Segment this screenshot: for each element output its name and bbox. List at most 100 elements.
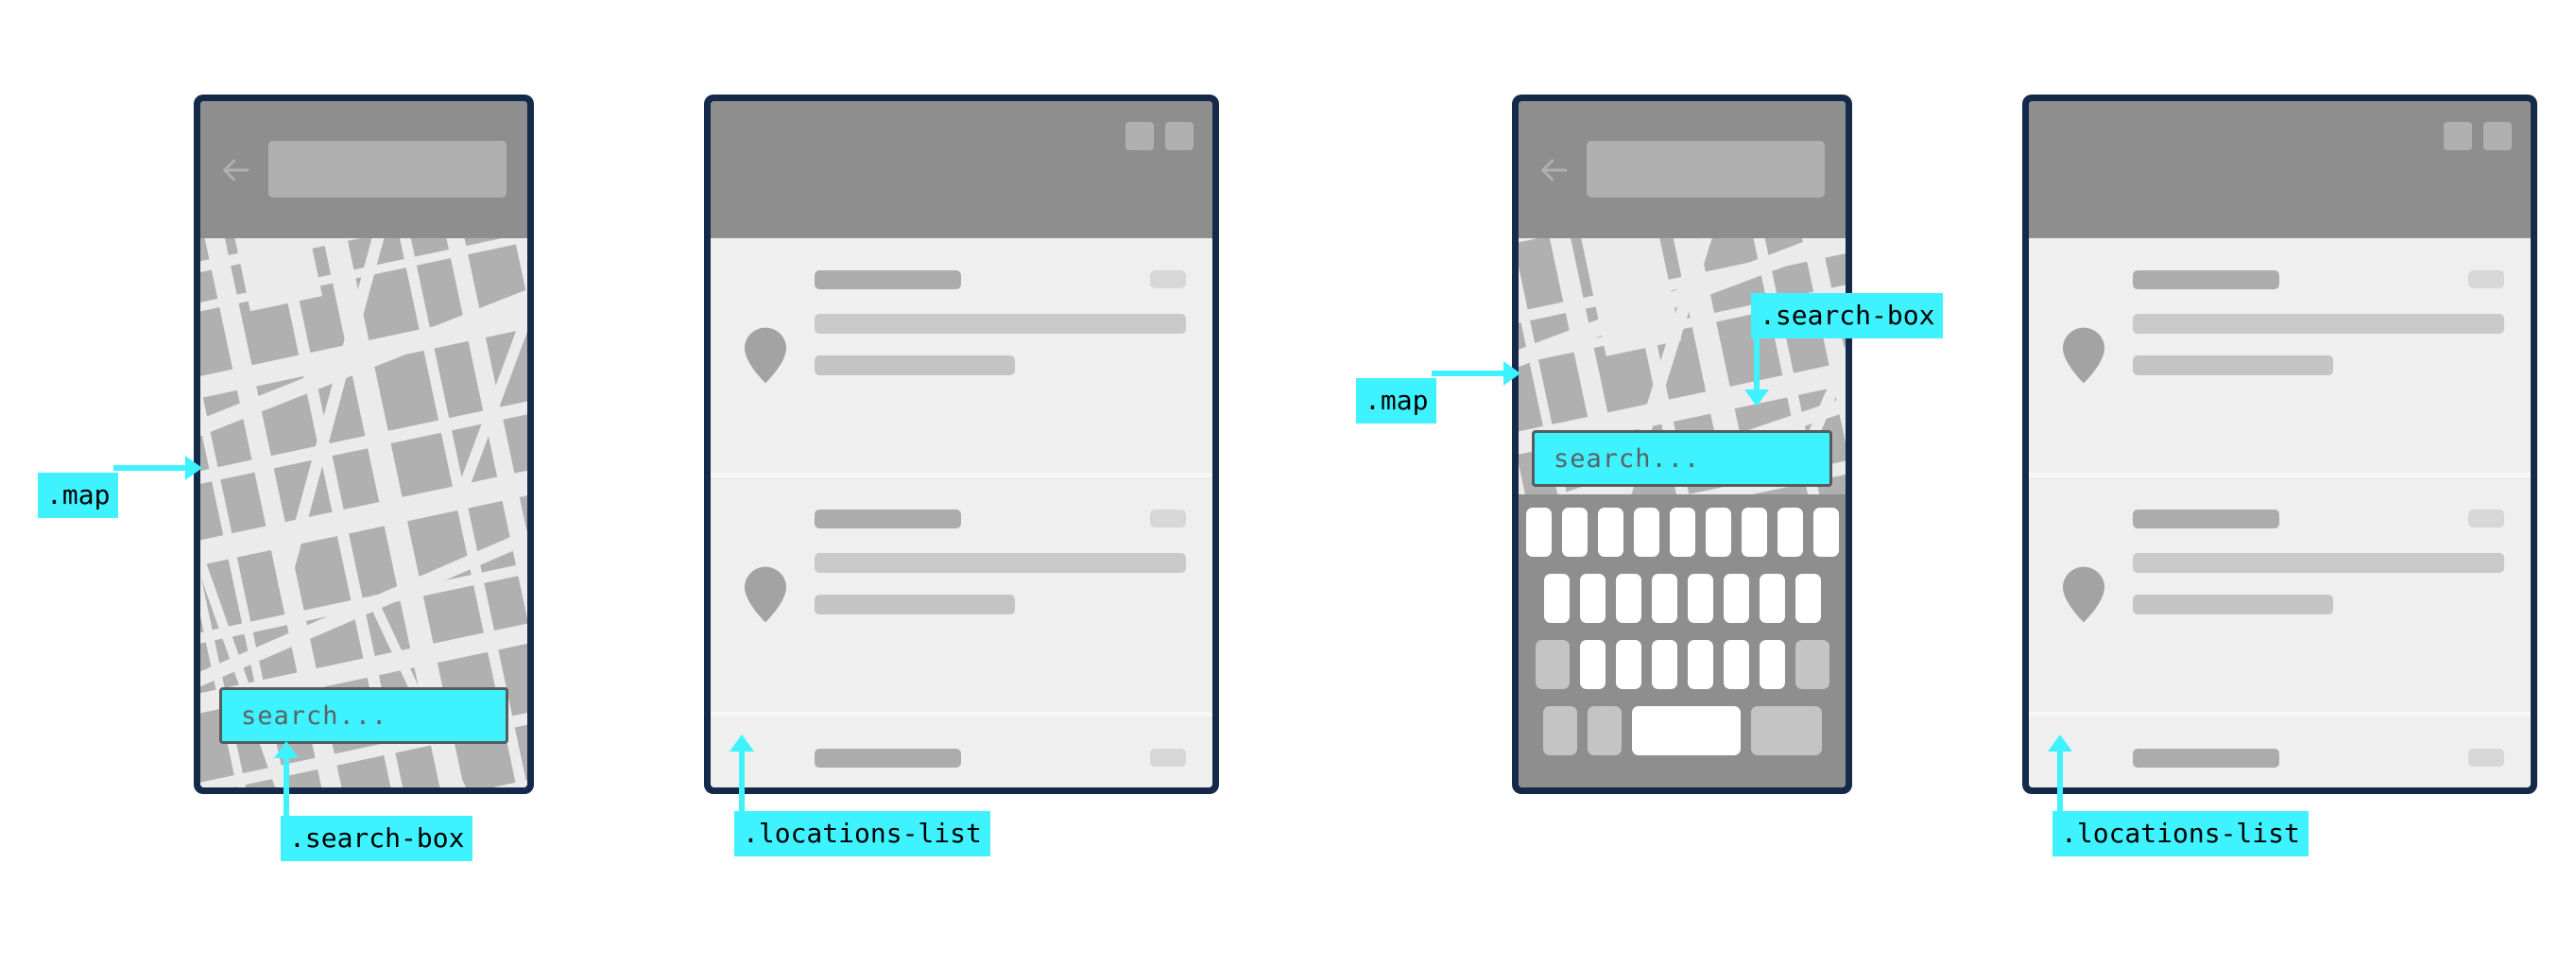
- list-item[interactable]: [711, 712, 1212, 787]
- keyboard-key[interactable]: [1795, 574, 1821, 623]
- list-item-text-block: [815, 510, 1186, 614]
- locations-list-screen[interactable]: [711, 101, 1212, 787]
- keyboard-key[interactable]: [1633, 508, 1659, 557]
- map-phone-keyboard: search...: [1512, 95, 1852, 794]
- keyboard-key[interactable]: [1525, 508, 1552, 557]
- keyboard-key[interactable]: [1597, 508, 1623, 557]
- keyboard-key[interactable]: [1669, 508, 1695, 557]
- list-item-badge-placeholder: [2468, 510, 2504, 527]
- annotation-search-box-leader: [1754, 331, 1760, 391]
- keyboard-key[interactable]: [1777, 508, 1803, 557]
- keyboard-key[interactable]: [1687, 640, 1713, 689]
- map-screen[interactable]: search...: [1519, 101, 1846, 787]
- toolbar-search-field[interactable]: [268, 141, 507, 198]
- list-item-subtitle-placeholder: [815, 553, 1186, 573]
- locations-list[interactable]: [711, 238, 1212, 787]
- symbols-key[interactable]: [1542, 706, 1577, 755]
- keyboard-key[interactable]: [1687, 574, 1713, 623]
- locations-list-screen[interactable]: [2029, 101, 2531, 787]
- minimize-button[interactable]: [1125, 122, 1154, 150]
- list-item-subtitle-placeholder: [2133, 314, 2504, 334]
- list-item-subtitle-placeholder: [2133, 553, 2504, 573]
- toolbar-search-field[interactable]: [1587, 141, 1825, 198]
- list-item-text-block: [815, 270, 1186, 375]
- keyboard-row-1: [1519, 508, 1846, 557]
- keyboard-key[interactable]: [1651, 640, 1677, 689]
- annotation-search-box: .search-box: [1751, 293, 1944, 338]
- search-box[interactable]: search...: [1532, 430, 1832, 487]
- keyboard-key[interactable]: [1543, 574, 1570, 623]
- list-item-detail-placeholder: [815, 595, 1016, 614]
- spacebar-key[interactable]: [1631, 706, 1741, 755]
- keyboard-key[interactable]: [1759, 574, 1785, 623]
- annotation-search-box-arrowhead: [1744, 389, 1769, 406]
- keyboard-key[interactable]: [1741, 508, 1767, 557]
- list-item-badge-placeholder: [2468, 270, 2504, 288]
- locations-phone-default: [704, 95, 1219, 794]
- wireframe-canvas: search... .map .search-box .locations-li…: [0, 0, 2576, 968]
- list-item-title-placeholder: [2133, 270, 2279, 289]
- annotation-locations-list: .locations-list: [2052, 811, 2309, 856]
- keyboard-key[interactable]: [1651, 574, 1677, 623]
- map-pin-icon: [2063, 327, 2104, 384]
- map-pin-icon: [745, 327, 786, 384]
- list-item-badge-placeholder: [1150, 510, 1186, 527]
- maximize-button[interactable]: [2483, 122, 2512, 150]
- list-item-text-block: [2133, 270, 2504, 375]
- enter-key[interactable]: [1750, 706, 1822, 755]
- annotation-map-arrowhead: [185, 456, 202, 480]
- annotation-locations-list-arrowhead: [730, 735, 754, 752]
- list-item-subtitle-placeholder: [815, 314, 1186, 334]
- keyboard-key[interactable]: [1812, 508, 1839, 557]
- list-item-title-placeholder: [815, 270, 961, 289]
- arrow-left-icon[interactable]: [1537, 154, 1570, 186]
- arrow-left-icon[interactable]: [219, 154, 251, 186]
- keyboard-key[interactable]: [1615, 574, 1641, 623]
- keyboard-key[interactable]: [1615, 640, 1641, 689]
- list-item[interactable]: [711, 238, 1212, 473]
- list-item[interactable]: [2029, 473, 2531, 712]
- keyboard-key[interactable]: [1579, 574, 1606, 623]
- keyboard-key[interactable]: [1759, 640, 1785, 689]
- annotation-locations-list-arrowhead: [2048, 735, 2072, 752]
- annotation-map: .map: [38, 473, 119, 518]
- annotation-map-leader: [113, 465, 187, 471]
- locations-phone-keyboard: [2022, 95, 2537, 794]
- keyboard-key[interactable]: [1579, 640, 1606, 689]
- emoji-key[interactable]: [1587, 706, 1622, 755]
- shift-key[interactable]: [1535, 640, 1570, 689]
- keyboard-key[interactable]: [1561, 508, 1588, 557]
- locations-list[interactable]: [2029, 238, 2531, 787]
- map-pin-icon: [2063, 566, 2104, 623]
- annotation-map-leader: [1432, 371, 1505, 376]
- list-item[interactable]: [2029, 712, 2531, 787]
- annotation-locations-list: .locations-list: [734, 811, 990, 856]
- annotation-search-box-arrowhead: [274, 741, 299, 758]
- on-screen-keyboard[interactable]: [1519, 494, 1846, 787]
- search-placeholder: search...: [241, 700, 388, 731]
- list-item-detail-placeholder: [2133, 595, 2334, 614]
- list-item-text-block: [2133, 510, 2504, 614]
- minimize-button[interactable]: [2444, 122, 2472, 150]
- annotation-locations-list-leader: [2057, 750, 2063, 814]
- list-item-badge-placeholder: [1150, 749, 1186, 767]
- keyboard-key[interactable]: [1723, 574, 1749, 623]
- list-item[interactable]: [711, 473, 1212, 712]
- keyboard-key[interactable]: [1723, 640, 1749, 689]
- list-item[interactable]: [2029, 238, 2531, 473]
- list-item-title-placeholder: [815, 749, 961, 768]
- backspace-key[interactable]: [1795, 640, 1829, 689]
- list-item-text-block: [2133, 749, 2504, 787]
- maximize-button[interactable]: [1165, 122, 1194, 150]
- list-item-detail-placeholder: [815, 355, 1016, 375]
- search-box[interactable]: search...: [219, 687, 508, 744]
- map-screen[interactable]: search...: [200, 101, 527, 787]
- keyboard-row-3: [1519, 640, 1846, 689]
- annotation-search-box-leader: [283, 756, 289, 819]
- list-item-detail-placeholder: [2133, 355, 2334, 375]
- annotation-map: .map: [1356, 378, 1437, 424]
- list-item-text-block: [815, 749, 1186, 787]
- list-item-badge-placeholder: [2468, 749, 2504, 767]
- keyboard-key[interactable]: [1705, 508, 1731, 557]
- annotation-map-arrowhead: [1503, 361, 1520, 386]
